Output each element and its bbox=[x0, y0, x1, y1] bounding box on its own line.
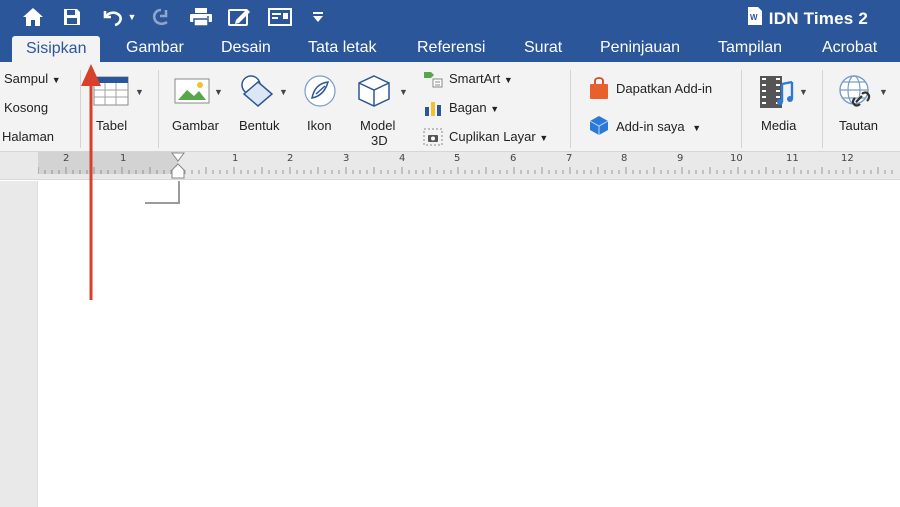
link-globe-icon[interactable] bbox=[838, 74, 874, 115]
home-icon[interactable] bbox=[20, 4, 46, 30]
chart-icon[interactable] bbox=[423, 99, 443, 122]
store-bag-icon[interactable] bbox=[589, 76, 609, 105]
title-bar: ▼ W IDN Times 2 bbox=[0, 0, 900, 34]
ribbon-tab-bar: Sisipkan Gambar Desain Tata letak Refere… bbox=[0, 34, 900, 62]
chevron-down-icon: ▼ bbox=[692, 123, 702, 133]
tab-tampilan[interactable]: Tampilan bbox=[718, 34, 782, 62]
tab-acrobat[interactable]: Acrobat bbox=[822, 34, 877, 62]
ribbon-insert: Sampul ▼ Kosong Halaman ▼ Tabel ▼ Gambar… bbox=[0, 62, 900, 152]
tab-tata-letak[interactable]: Tata letak bbox=[308, 34, 376, 62]
smartart-button[interactable]: SmartArt ▼ bbox=[449, 71, 513, 86]
print-icon[interactable] bbox=[188, 4, 214, 30]
my-addins-label: Add-in saya bbox=[616, 119, 685, 134]
tab-peninjauan[interactable]: Peninjauan bbox=[600, 34, 680, 62]
group-separator bbox=[80, 70, 81, 148]
table-button-label[interactable]: Tabel bbox=[96, 118, 127, 133]
media-icon[interactable] bbox=[759, 74, 795, 115]
margin-corner-mark bbox=[145, 181, 180, 204]
cover-page-label: Sampul bbox=[4, 71, 49, 86]
chevron-down-icon: ▼ bbox=[51, 75, 61, 85]
chevron-down-icon[interactable]: ▼ bbox=[799, 87, 808, 97]
ruler-label: 12 bbox=[841, 153, 854, 164]
customize-toolbar-icon[interactable] bbox=[310, 4, 326, 30]
screenshot-label: Cuplikan Layar bbox=[449, 129, 536, 144]
page-gutter bbox=[0, 181, 38, 507]
my-addins-button[interactable]: Add-in saya ▼ bbox=[616, 119, 701, 134]
tab-desain[interactable]: Desain bbox=[221, 34, 271, 62]
blank-page-button[interactable]: Kosong bbox=[4, 100, 48, 115]
ruler-label: 5 bbox=[454, 153, 461, 164]
chevron-down-icon[interactable]: ▼ bbox=[135, 87, 144, 97]
picture-icon[interactable] bbox=[174, 76, 210, 111]
ruler-label: 2 bbox=[63, 153, 70, 164]
picture-button-label[interactable]: Gambar bbox=[172, 118, 219, 133]
chart-button[interactable]: Bagan ▼ bbox=[449, 100, 499, 115]
ruler-label: 2 bbox=[287, 153, 294, 164]
undo-icon[interactable] bbox=[99, 4, 125, 30]
page-break-button[interactable]: Halaman bbox=[2, 129, 54, 144]
word-doc-icon: W bbox=[747, 6, 763, 31]
ruler-label: 10 bbox=[730, 153, 743, 164]
get-addins-button[interactable]: Dapatkan Add-in bbox=[616, 81, 712, 96]
icons-insert-icon[interactable] bbox=[303, 74, 337, 113]
shapes-icon[interactable] bbox=[240, 74, 274, 113]
ruler-scale: 2 1 1 2 3 4 5 6 7 8 9 10 11 12 bbox=[38, 152, 900, 180]
cover-page-button[interactable]: Sampul ▼ bbox=[4, 71, 61, 86]
redo-icon[interactable] bbox=[149, 4, 175, 30]
chevron-down-icon[interactable]: ▼ bbox=[879, 87, 888, 97]
link-button-label[interactable]: Tautan bbox=[839, 118, 878, 133]
ruler-label: 11 bbox=[786, 153, 799, 164]
icons-button-label[interactable]: Ikon bbox=[307, 118, 332, 133]
table-icon[interactable] bbox=[93, 76, 129, 111]
screenshot-button[interactable]: Cuplikan Layar ▼ bbox=[449, 129, 548, 144]
chevron-down-icon[interactable]: ▼ bbox=[214, 87, 223, 97]
screenshot-icon[interactable] bbox=[423, 128, 443, 151]
ruler-label: 9 bbox=[677, 153, 684, 164]
tab-sisipkan[interactable]: Sisipkan bbox=[12, 36, 101, 62]
group-separator bbox=[570, 70, 571, 148]
my-addins-icon[interactable] bbox=[588, 114, 610, 141]
tab-surat[interactable]: Surat bbox=[524, 34, 562, 62]
chart-label: Bagan bbox=[449, 100, 487, 115]
ruler-label: 1 bbox=[232, 153, 239, 164]
chevron-down-icon: ▼ bbox=[490, 104, 500, 114]
chevron-down-icon[interactable]: ▼ bbox=[399, 87, 408, 97]
model3d-label-line1[interactable]: Model bbox=[360, 118, 395, 133]
horizontal-ruler[interactable]: 2 1 1 2 3 4 5 6 7 8 9 10 11 12 bbox=[0, 152, 900, 180]
shapes-button-label[interactable]: Bentuk bbox=[239, 118, 279, 133]
cube-icon[interactable] bbox=[357, 74, 391, 113]
group-separator bbox=[822, 70, 823, 148]
document-canvas[interactable] bbox=[0, 181, 900, 507]
smartart-icon[interactable] bbox=[423, 70, 443, 93]
group-separator bbox=[741, 70, 742, 148]
ruler-label: 4 bbox=[399, 153, 406, 164]
group-separator bbox=[158, 70, 159, 148]
chevron-down-icon[interactable]: ▼ bbox=[279, 87, 288, 97]
tab-gambar[interactable]: Gambar bbox=[126, 34, 184, 62]
save-icon[interactable] bbox=[59, 4, 85, 30]
model3d-label-line2[interactable]: 3D bbox=[371, 133, 388, 148]
ruler-label: 6 bbox=[510, 153, 517, 164]
ruler-label: 7 bbox=[566, 153, 573, 164]
smartart-label: SmartArt bbox=[449, 71, 501, 86]
mail-merge-icon[interactable] bbox=[267, 4, 293, 30]
chevron-down-icon: ▼ bbox=[503, 75, 513, 85]
media-button-label[interactable]: Media bbox=[761, 118, 796, 133]
document-title-area: W IDN Times 2 bbox=[747, 6, 868, 31]
ruler-label: 1 bbox=[120, 153, 127, 164]
ruler-label: 8 bbox=[621, 153, 628, 164]
ruler-ticks bbox=[38, 167, 893, 174]
svg-text:W: W bbox=[750, 13, 758, 22]
edit-icon[interactable] bbox=[227, 4, 253, 30]
tab-referensi[interactable]: Referensi bbox=[417, 34, 485, 62]
ruler-label: 3 bbox=[343, 153, 350, 164]
chevron-down-icon: ▼ bbox=[539, 133, 549, 143]
document-title: IDN Times 2 bbox=[768, 8, 868, 28]
undo-dropdown-icon[interactable]: ▼ bbox=[126, 4, 138, 30]
indent-marker[interactable] bbox=[171, 152, 185, 180]
